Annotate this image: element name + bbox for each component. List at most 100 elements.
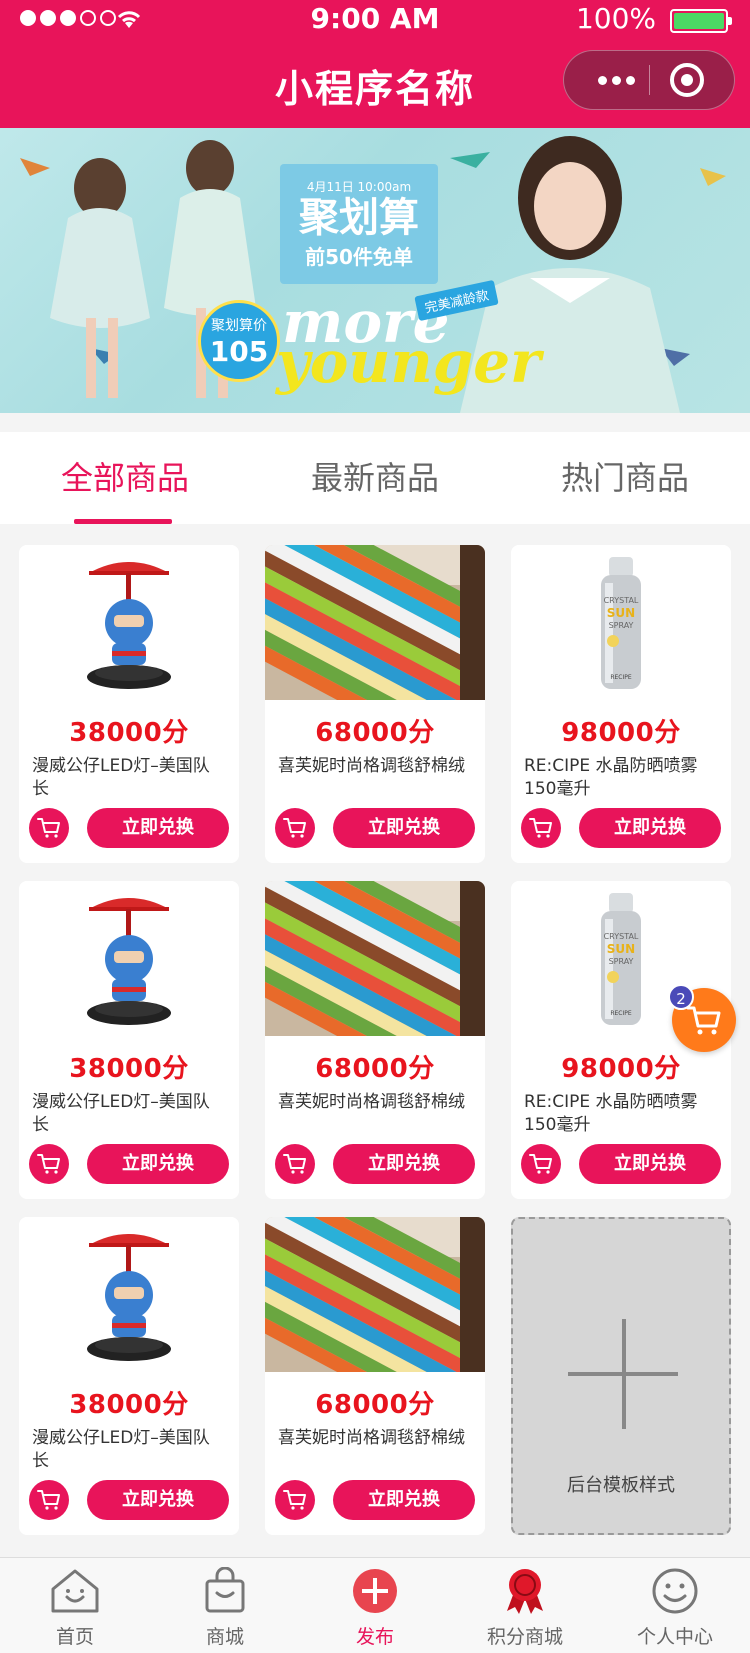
cart-icon — [529, 1154, 552, 1174]
template-placeholder-card[interactable]: 后台模板样式 — [511, 1217, 731, 1535]
cart-icon — [37, 1490, 60, 1510]
product-image-captain-lamp — [19, 881, 239, 1036]
product-price: 38000分 — [69, 718, 189, 748]
add-to-cart-button[interactable] — [275, 1480, 315, 1520]
add-to-cart-button[interactable] — [29, 1480, 69, 1520]
svg-text:CRYSTAL: CRYSTAL — [604, 932, 639, 941]
nav-points-mall[interactable]: 积分商城 — [450, 1558, 600, 1653]
cart-icon — [686, 1006, 721, 1035]
nav-mall-label: 商城 — [205, 1626, 244, 1648]
nav-home-label: 首页 — [55, 1626, 94, 1648]
add-to-cart-button[interactable] — [275, 808, 315, 848]
nav-profile-label: 个人中心 — [636, 1626, 713, 1648]
promo-price-label: 聚划算价 — [211, 318, 267, 334]
add-to-cart-button[interactable] — [521, 1144, 561, 1184]
cart-icon — [529, 818, 552, 838]
redeem-button[interactable]: 立即兑换 — [579, 1144, 721, 1184]
cart-count-badge: 2 — [668, 984, 694, 1010]
nav-home[interactable]: 首页 — [0, 1558, 150, 1653]
product-price: 68000分 — [315, 1054, 435, 1084]
redeem-button[interactable]: 立即兑换 — [87, 808, 229, 848]
nav-publish[interactable]: 发布 — [300, 1558, 450, 1653]
nav-publish-label: 发布 — [355, 1626, 394, 1648]
product-name: RE:CIPE 水晶防晒喷雾150毫升 — [524, 756, 698, 799]
category-tabs: 全部商品 最新商品 热门商品 — [0, 432, 750, 524]
redeem-button[interactable]: 立即兑换 — [333, 808, 475, 848]
add-to-cart-button[interactable] — [29, 808, 69, 848]
shopping-bag-icon — [198, 1566, 252, 1616]
product-name: 喜芙妮时尚格调毯舒棉绒 — [278, 1092, 465, 1112]
product-name: RE:CIPE 水晶防晒喷雾150毫升 — [524, 1092, 698, 1135]
promo-price-circle: 聚划算价 105 — [198, 300, 280, 382]
tab-all-products[interactable]: 全部商品 — [0, 432, 250, 524]
product-card[interactable]: CRYSTAL SUN SPRAY RECIPE 98000分 RE:CIPE 水晶防… — [511, 545, 731, 863]
product-price: 98000分 — [561, 718, 681, 748]
product-card[interactable]: 68000分 喜芙妮时尚格调毯舒棉绒 立即兑换 — [265, 545, 485, 863]
tab-new-products[interactable]: 最新商品 — [250, 432, 500, 524]
svg-text:SUN: SUN — [607, 942, 635, 956]
redeem-button[interactable]: 立即兑换 — [87, 1144, 229, 1184]
promo-date: 4月11日 10:00am — [306, 180, 412, 194]
product-image-striped-blanket — [265, 1217, 485, 1372]
promo-price-value: 105 — [209, 335, 269, 368]
placeholder-label: 后台模板样式 — [567, 1475, 675, 1496]
cart-icon — [283, 1154, 306, 1174]
svg-text:RECIPE: RECIPE — [610, 674, 632, 681]
product-price: 68000分 — [315, 1390, 435, 1420]
add-to-cart-button[interactable] — [29, 1144, 69, 1184]
cart-icon — [283, 1490, 306, 1510]
product-price: 68000分 — [315, 718, 435, 748]
battery-icon — [670, 9, 732, 33]
product-card[interactable]: 38000分 漫威公仔LED灯–美国队长 立即兑换 — [19, 881, 239, 1199]
product-image-sun-spray: CRYSTAL SUN SPRAY RECIPE — [511, 545, 731, 700]
add-to-cart-button[interactable] — [521, 808, 561, 848]
add-to-cart-button[interactable] — [275, 1144, 315, 1184]
product-card[interactable]: 68000分 喜芙妮时尚格调毯舒棉绒 立即兑换 — [265, 881, 485, 1199]
product-price: 38000分 — [69, 1054, 189, 1084]
redeem-button[interactable]: 立即兑换 — [579, 808, 721, 848]
bottom-tab-bar: 首页 商城 发布 积分商城 个人中心 — [0, 1557, 750, 1653]
product-name: 漫威公仔LED灯–美国队长 — [32, 756, 210, 799]
svg-text:SUN: SUN — [607, 606, 635, 620]
promo-title: 聚划算 — [299, 195, 419, 241]
slogan-younger: younger — [276, 328, 541, 396]
product-grid: 38000分 漫威公仔LED灯–美国队长 立即兑换 68000分 喜芙妮时尚格调… — [19, 545, 731, 1535]
promo-banner[interactable]: 4月11日 10:00am 聚划算 前50件免单 聚划算价 105 more y… — [0, 128, 750, 413]
medal-icon — [498, 1566, 552, 1616]
product-card[interactable]: 38000分 漫威公仔LED灯–美国队长 立即兑换 — [19, 545, 239, 863]
product-card[interactable]: 38000分 漫威公仔LED灯–美国队长 立即兑换 — [19, 1217, 239, 1535]
nav-points-mall-label: 积分商城 — [486, 1626, 563, 1648]
promo-subtitle: 前50件免单 — [305, 245, 413, 269]
cart-icon — [37, 1154, 60, 1174]
redeem-button[interactable]: 立即兑换 — [333, 1480, 475, 1520]
product-name: 喜芙妮时尚格调毯舒棉绒 — [278, 756, 465, 776]
svg-text:RECIPE: RECIPE — [610, 1010, 632, 1017]
cart-icon — [283, 818, 306, 838]
svg-text:CRYSTAL: CRYSTAL — [604, 596, 639, 605]
product-image-striped-blanket — [265, 545, 485, 700]
home-icon — [48, 1566, 102, 1616]
product-name: 喜芙妮时尚格调毯舒棉绒 — [278, 1428, 465, 1448]
redeem-button[interactable]: 立即兑换 — [333, 1144, 475, 1184]
product-name: 漫威公仔LED灯–美国队长 — [32, 1428, 210, 1471]
status-bar: 9:00 AM 100% — [0, 0, 750, 40]
product-price: 38000分 — [69, 1390, 189, 1420]
tab-hot-products[interactable]: 热门商品 — [500, 432, 750, 524]
more-menu-button[interactable] — [586, 51, 646, 109]
promo-box: 4月11日 10:00am 聚划算 前50件免单 — [280, 164, 438, 284]
battery-percent: 100% — [575, 2, 656, 35]
plus-icon — [568, 1319, 678, 1429]
smiley-icon — [648, 1566, 702, 1616]
product-card[interactable]: 68000分 喜芙妮时尚格调毯舒棉绒 立即兑换 — [265, 1217, 485, 1535]
svg-text:SPRAY: SPRAY — [609, 621, 634, 630]
redeem-button[interactable]: 立即兑换 — [87, 1480, 229, 1520]
product-name: 漫威公仔LED灯–美国队长 — [32, 1092, 210, 1135]
nav-mall[interactable]: 商城 — [150, 1558, 300, 1653]
product-image-captain-lamp — [19, 545, 239, 700]
nav-profile[interactable]: 个人中心 — [600, 1558, 750, 1653]
app-header: 9:00 AM 100% 小程序名称 — [0, 0, 750, 128]
product-price: 98000分 — [561, 1054, 681, 1084]
close-target-button[interactable] — [670, 63, 704, 97]
mini-program-capsule — [563, 50, 735, 110]
product-image-striped-blanket — [265, 881, 485, 1036]
